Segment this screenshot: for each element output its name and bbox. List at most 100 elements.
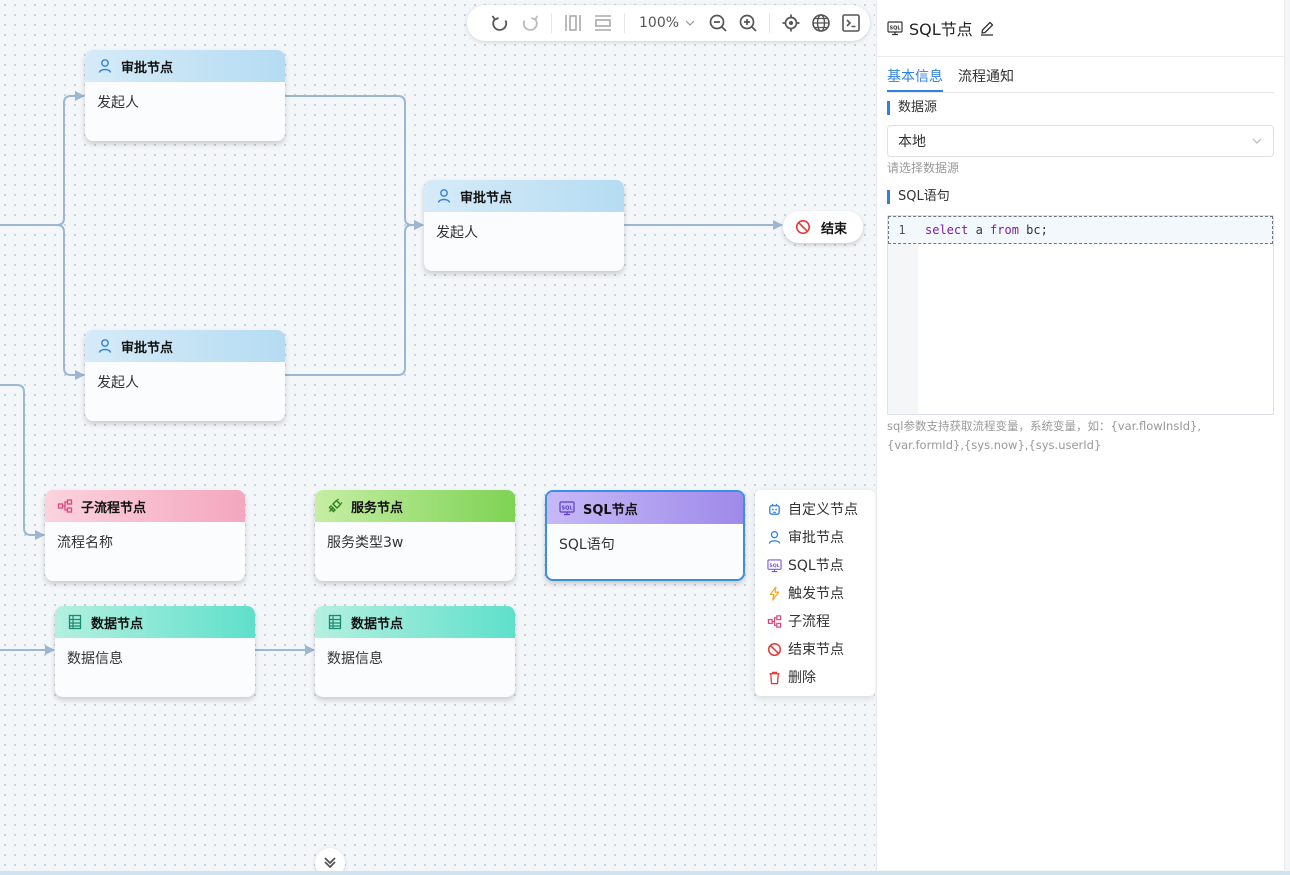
end-node-label: 结束 xyxy=(821,221,848,237)
edge-to-subflow xyxy=(0,384,45,540)
lightning-icon xyxy=(769,585,780,601)
svg-text:SQL: SQL xyxy=(889,26,901,32)
globe-icon xyxy=(812,14,830,32)
undo-button[interactable] xyxy=(485,8,515,38)
menu-item-sql-node[interactable]: SQL SQL节点 xyxy=(755,551,875,579)
edge-start-split xyxy=(0,91,85,226)
toolbar-divider xyxy=(551,13,552,33)
datasource-label: 数据源 xyxy=(887,101,1274,115)
tab-flow-notification[interactable]: 流程通知 xyxy=(958,57,1014,92)
zoom-in-button[interactable] xyxy=(733,8,763,38)
editor-active-line: 1 select a from bc; xyxy=(888,216,1273,244)
panel-header: SQL SQL节点 xyxy=(877,0,1284,57)
editor-gutter xyxy=(888,216,918,414)
menu-item-delete[interactable]: 删除 xyxy=(755,663,875,691)
node-header: 子流程节点 xyxy=(45,490,245,522)
node-title: 审批节点 xyxy=(121,340,174,356)
service-node[interactable]: 服务节点 服务类型3w xyxy=(315,490,515,581)
robot-icon xyxy=(769,503,780,515)
node-body: 服务类型3w xyxy=(327,535,404,551)
menu-item-label: 审批节点 xyxy=(788,530,844,546)
redo-icon xyxy=(522,15,539,31)
data-node-right[interactable]: 数据节点 数据信息 xyxy=(315,606,515,697)
subflow-icon xyxy=(57,499,73,513)
node-header: 数据节点 xyxy=(315,606,515,638)
stop-icon xyxy=(767,642,782,656)
node-header: 审批节点 xyxy=(85,50,285,82)
subflow-node[interactable]: 子流程节点 流程名称 xyxy=(45,490,245,581)
menu-item-custom-node[interactable]: 自定义节点 xyxy=(755,495,875,523)
chevron-double-down-icon xyxy=(324,857,336,869)
node-body: 流程名称 xyxy=(57,535,113,551)
sql-node[interactable]: SQL SQL节点 SQL语句 xyxy=(545,490,745,581)
chevron-down-icon xyxy=(685,20,695,26)
datasource-select[interactable]: 本地 xyxy=(887,125,1274,157)
table-icon xyxy=(68,614,82,630)
menu-item-end-node[interactable]: 结束节点 xyxy=(755,635,875,663)
edge-top-to-mid xyxy=(285,95,424,230)
align-vertical-button[interactable] xyxy=(558,8,588,38)
properties-panel: SQL SQL节点 基本信息 流程通知 数据源 本地 请选择数据源 SQL语句 … xyxy=(876,0,1285,870)
node-title: 数据节点 xyxy=(91,616,144,632)
menu-item-label: 子流程 xyxy=(788,614,830,630)
align-horizontal-button[interactable] xyxy=(588,8,618,38)
zoom-select[interactable]: 100% xyxy=(631,15,703,31)
menu-item-trigger-node[interactable]: 触发节点 xyxy=(755,579,875,607)
menu-item-label: 自定义节点 xyxy=(788,502,858,518)
locate-icon xyxy=(782,14,800,32)
globe-button[interactable] xyxy=(806,8,836,38)
node-header: 服务节点 xyxy=(315,490,515,522)
flow-canvas[interactable]: 审批节点 发起人 审批节点 发起人 审批节点 发起人 结束 子流程节点 流程名称 xyxy=(0,0,875,875)
sql-label: SQL语句 xyxy=(887,190,1274,204)
sql-icon: SQL xyxy=(767,558,782,572)
sql-keyword: select xyxy=(925,223,969,237)
zoom-out-icon xyxy=(709,14,727,32)
zoom-out-button[interactable] xyxy=(703,8,733,38)
bottom-bar xyxy=(0,871,1290,875)
redo-button[interactable] xyxy=(515,8,545,38)
node-body: 发起人 xyxy=(97,375,139,391)
node-title: 服务节点 xyxy=(351,500,404,516)
menu-item-label: 删除 xyxy=(788,670,816,686)
node-body: 数据信息 xyxy=(327,651,383,667)
approval-node-bottom[interactable]: 审批节点 发起人 xyxy=(85,330,285,421)
sql-icon: SQL xyxy=(887,21,903,36)
trash-icon xyxy=(769,671,780,684)
user-icon xyxy=(98,59,112,73)
canvas-toolbar: 100% xyxy=(467,5,870,41)
edge-split-bottom xyxy=(0,224,85,380)
node-title: 数据节点 xyxy=(351,616,404,632)
approval-node-middle[interactable]: 审批节点 发起人 xyxy=(424,180,624,271)
data-node-left[interactable]: 数据节点 数据信息 xyxy=(55,606,255,697)
locate-button[interactable] xyxy=(776,8,806,38)
tab-basic-info[interactable]: 基本信息 xyxy=(887,57,943,92)
terminal-icon xyxy=(842,14,860,32)
menu-item-label: 触发节点 xyxy=(788,586,844,602)
sql-editor[interactable]: 1 select a from bc; xyxy=(887,215,1274,415)
align-vertical-icon xyxy=(565,15,581,31)
sql-text: a xyxy=(968,223,991,237)
table-icon xyxy=(328,614,342,630)
node-header: 审批节点 xyxy=(85,330,285,362)
node-body: 数据信息 xyxy=(67,651,123,667)
svg-text:SQL: SQL xyxy=(769,562,779,568)
undo-icon xyxy=(491,15,508,31)
end-node[interactable]: 结束 xyxy=(783,211,863,243)
node-title: 审批节点 xyxy=(121,60,174,76)
node-body: 发起人 xyxy=(436,225,478,241)
chevron-down-icon xyxy=(1252,138,1262,144)
sql-keyword: from xyxy=(990,223,1019,237)
sql-icon: SQL xyxy=(559,501,575,516)
edit-icon[interactable] xyxy=(979,20,995,36)
node-header: SQL SQL节点 xyxy=(547,492,743,524)
menu-item-approval-node[interactable]: 审批节点 xyxy=(755,523,875,551)
approval-node-top[interactable]: 审批节点 发起人 xyxy=(85,50,285,141)
terminal-button[interactable] xyxy=(836,8,866,38)
menu-item-subflow[interactable]: 子流程 xyxy=(755,607,875,635)
stop-icon xyxy=(796,220,810,234)
zoom-in-icon xyxy=(739,14,757,32)
toolbar-divider xyxy=(769,13,771,33)
node-body: 发起人 xyxy=(97,95,139,111)
user-icon xyxy=(437,189,451,203)
datasource-value: 本地 xyxy=(898,134,926,150)
